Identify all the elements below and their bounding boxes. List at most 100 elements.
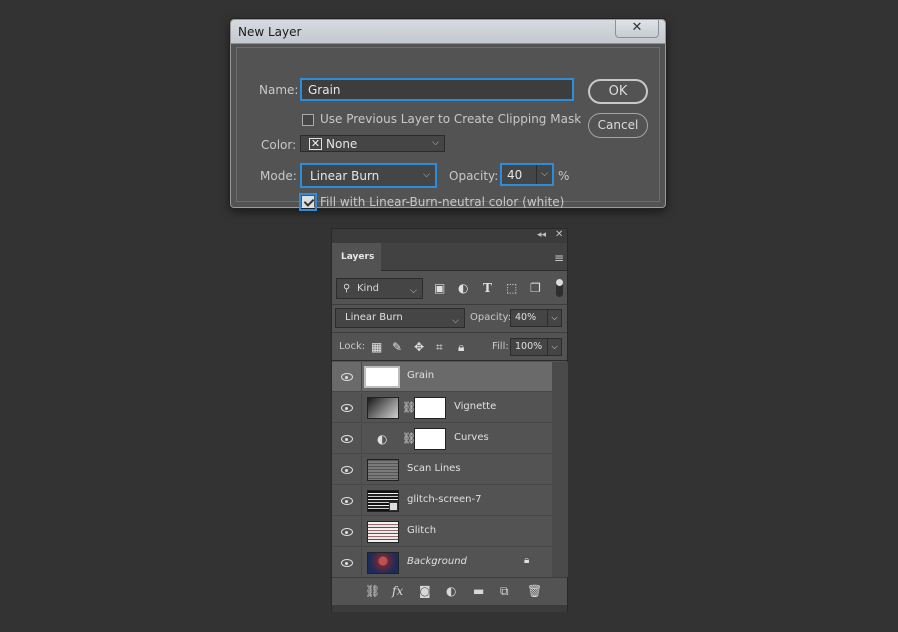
layer-name[interactable]: Grain bbox=[407, 370, 434, 381]
cancel-button[interactable]: Cancel bbox=[588, 113, 648, 138]
dialog-body: Name: Grain OK Cancel Use Previous Layer… bbox=[236, 47, 660, 211]
layer-row-scan-lines[interactable]: Scan Lines bbox=[332, 455, 552, 485]
fx-icon[interactable]: fx bbox=[392, 584, 403, 598]
dialog-title: New Layer bbox=[238, 25, 302, 39]
layer-row-glitch-screen-7[interactable]: glitch-screen-7 bbox=[332, 486, 552, 516]
chevron-down-icon: ⌵ bbox=[423, 170, 430, 180]
layer-thumbnail[interactable] bbox=[367, 521, 399, 543]
opacity-dropdown-icon[interactable]: ⌵ bbox=[536, 165, 552, 184]
layer-row-background[interactable]: Background 🔒︎ bbox=[332, 548, 552, 578]
lock-transparent-pixels-icon[interactable]: ▦ bbox=[371, 340, 382, 354]
close-icon[interactable]: ✕ bbox=[615, 20, 659, 38]
opacity-input-value: 40 bbox=[507, 168, 523, 182]
dialog-titlebar[interactable]: New Layer ✕ bbox=[231, 20, 665, 44]
filter-toggle[interactable] bbox=[556, 279, 563, 297]
layers-panel: ◂◂ ✕ Layers ≡ ⚲ Kind ⌵ ▣ ◐ T ⬚ ❐ Linear … bbox=[331, 228, 568, 612]
ok-button[interactable]: OK bbox=[588, 79, 648, 104]
new-layer-icon[interactable]: ⧉ bbox=[500, 584, 509, 599]
smart-object-filter-icon[interactable]: ❐ bbox=[530, 281, 541, 295]
layer-thumbnail[interactable] bbox=[367, 490, 399, 512]
opacity-unit: % bbox=[558, 169, 570, 183]
mode-select-value: Linear Burn bbox=[310, 169, 380, 183]
layer-row-curves[interactable]: ◐ ⛓ Curves bbox=[332, 424, 552, 454]
eye-icon[interactable] bbox=[341, 466, 353, 474]
layer-name[interactable]: Curves bbox=[454, 432, 489, 443]
opacity-field-value: 40% bbox=[515, 312, 537, 323]
divider bbox=[361, 362, 362, 392]
lock-all-icon[interactable]: 🔒︎ bbox=[458, 340, 464, 355]
layer-thumbnail[interactable] bbox=[367, 397, 399, 419]
eye-icon[interactable] bbox=[341, 404, 353, 412]
adjustment-layer-icon[interactable]: ◐ bbox=[377, 432, 387, 446]
trash-icon[interactable]: 🗑︎ bbox=[527, 584, 542, 598]
chevron-down-icon: ⌵ bbox=[452, 316, 459, 326]
chevron-down-icon: ⌵ bbox=[432, 138, 439, 148]
opacity-input[interactable]: 40 ⌵ bbox=[500, 163, 554, 186]
color-select[interactable]: ✕ None ⌵ bbox=[300, 135, 445, 152]
mask-thumbnail[interactable] bbox=[414, 397, 446, 419]
chevron-down-icon[interactable]: ⌵ bbox=[547, 310, 561, 326]
mode-select[interactable]: Linear Burn ⌵ bbox=[300, 163, 437, 188]
layer-row-glitch[interactable]: Glitch bbox=[332, 517, 552, 547]
collapse-icon[interactable]: ◂◂ bbox=[537, 230, 546, 240]
mode-label: Mode: bbox=[260, 169, 297, 183]
divider bbox=[361, 393, 362, 423]
adjustment-filter-icon[interactable]: ◐ bbox=[458, 281, 468, 295]
fill-neutral-checkbox[interactable] bbox=[302, 196, 314, 208]
name-label: Name: bbox=[259, 83, 299, 97]
layer-thumbnail[interactable] bbox=[364, 366, 400, 388]
add-mask-icon[interactable]: ◙ bbox=[419, 584, 431, 598]
panel-footer: ⛓ fx ◙ ◐ ▬ ⧉ 🗑︎ bbox=[332, 577, 567, 605]
panel-header-bar: ◂◂ ✕ bbox=[332, 229, 567, 243]
type-filter-icon[interactable]: T bbox=[483, 281, 492, 295]
new-layer-dialog: New Layer ✕ Name: Grain OK Cancel Use Pr… bbox=[230, 19, 666, 211]
layer-thumbnail[interactable] bbox=[367, 459, 399, 481]
image-filter-icon[interactable]: ▣ bbox=[434, 281, 445, 295]
filter-row: ⚲ Kind ⌵ ▣ ◐ T ⬚ ❐ bbox=[332, 271, 567, 305]
name-input[interactable]: Grain bbox=[300, 78, 574, 101]
mask-thumbnail[interactable] bbox=[414, 428, 446, 450]
blend-mode-select[interactable]: Linear Burn ⌵ bbox=[335, 308, 465, 328]
panel-menu-icon[interactable]: ≡ bbox=[554, 251, 564, 265]
eye-icon[interactable] bbox=[341, 373, 353, 381]
layer-name[interactable]: Glitch bbox=[407, 525, 436, 536]
lock-icon: 🔒︎ bbox=[524, 555, 530, 566]
layer-row-vignette[interactable]: ⛓ Vignette bbox=[332, 393, 552, 423]
eye-icon[interactable] bbox=[341, 435, 353, 443]
divider bbox=[361, 455, 362, 485]
layer-name[interactable]: Scan Lines bbox=[407, 463, 461, 474]
chevron-down-icon[interactable]: ⌵ bbox=[547, 339, 561, 355]
filter-kind-select[interactable]: ⚲ Kind ⌵ bbox=[336, 278, 423, 299]
blend-mode-value: Linear Burn bbox=[345, 312, 403, 323]
layer-name[interactable]: glitch-screen-7 bbox=[407, 494, 481, 505]
opacity-label: Opacity: bbox=[470, 312, 512, 323]
no-color-icon: ✕ bbox=[309, 137, 322, 150]
fill-neutral-label: Fill with Linear-Burn-neutral color (whi… bbox=[320, 195, 565, 209]
layer-name[interactable]: Vignette bbox=[454, 401, 496, 412]
fill-field[interactable]: 100% ⌵ bbox=[510, 338, 562, 356]
eye-icon[interactable] bbox=[341, 559, 353, 567]
resize-grip[interactable] bbox=[332, 605, 567, 612]
smart-object-badge-icon bbox=[389, 502, 398, 511]
close-icon[interactable]: ✕ bbox=[555, 229, 563, 240]
eye-icon[interactable] bbox=[341, 497, 353, 505]
eye-icon[interactable] bbox=[341, 528, 353, 536]
link-layers-icon[interactable]: ⛓ bbox=[365, 584, 380, 598]
panel-tabs: Layers ≡ bbox=[332, 243, 567, 271]
layer-thumbnail[interactable] bbox=[367, 552, 399, 574]
layer-row-grain[interactable]: Grain bbox=[332, 362, 552, 392]
adjustment-layer-icon[interactable]: ◐ bbox=[446, 584, 456, 598]
search-icon: ⚲ bbox=[343, 283, 351, 294]
lock-artboard-icon[interactable]: ⌗ bbox=[436, 340, 443, 355]
layer-name[interactable]: Background bbox=[407, 556, 467, 567]
opacity-field[interactable]: 40% ⌵ bbox=[510, 309, 562, 327]
folder-icon[interactable]: ▬ bbox=[473, 584, 484, 598]
tab-layers[interactable]: Layers bbox=[332, 243, 381, 271]
lock-image-pixels-icon[interactable]: ✎ bbox=[392, 340, 402, 354]
clipping-mask-checkbox[interactable] bbox=[302, 114, 314, 126]
shape-filter-icon[interactable]: ⬚ bbox=[506, 281, 517, 295]
layer-list-scrollbar[interactable] bbox=[552, 362, 568, 577]
lock-label: Lock: bbox=[339, 341, 366, 352]
divider bbox=[361, 517, 362, 547]
lock-position-icon[interactable]: ✥ bbox=[414, 340, 424, 354]
